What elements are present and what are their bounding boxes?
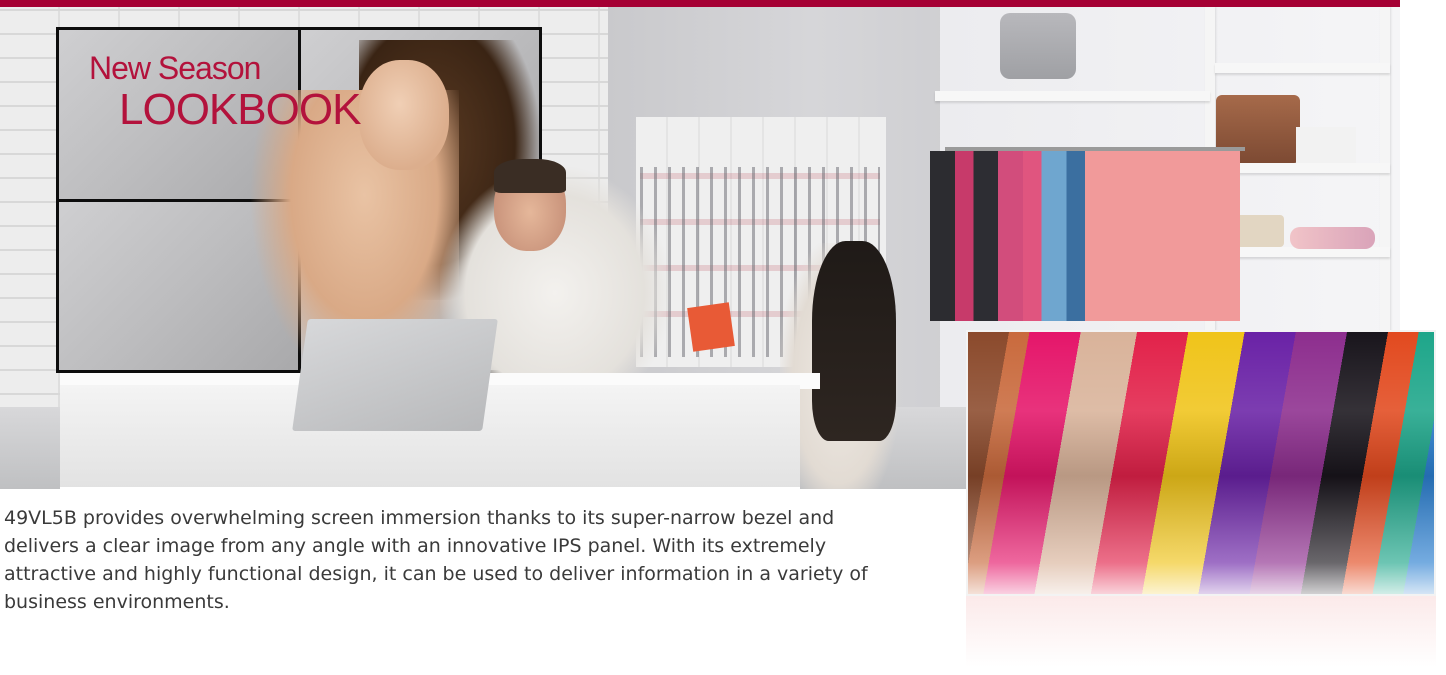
lookbook-headline: New Season LOOKBOOK xyxy=(89,50,361,134)
shoes-photo xyxy=(966,330,1436,596)
shelf xyxy=(935,91,1210,101)
accent-top-bar xyxy=(0,0,1400,7)
clerk-hair xyxy=(494,159,566,193)
model-face xyxy=(359,60,449,170)
customer-hair xyxy=(812,241,896,441)
shopping-bag xyxy=(687,302,735,352)
shoes-reflection xyxy=(966,596,1436,675)
shoe-shading xyxy=(968,332,1434,594)
headline-line-2: LOOKBOOK xyxy=(119,85,361,134)
headline-line-1: New Season xyxy=(89,50,261,86)
product-description: 49VL5B provides overwhelming screen imme… xyxy=(4,507,868,613)
scarf xyxy=(1290,227,1375,249)
hanging-bag xyxy=(1000,13,1076,79)
shelf xyxy=(1215,163,1390,173)
hanging-clothes xyxy=(930,151,1240,321)
shelf xyxy=(1215,63,1390,73)
white-box xyxy=(1296,127,1356,163)
pos-monitor xyxy=(292,319,498,431)
